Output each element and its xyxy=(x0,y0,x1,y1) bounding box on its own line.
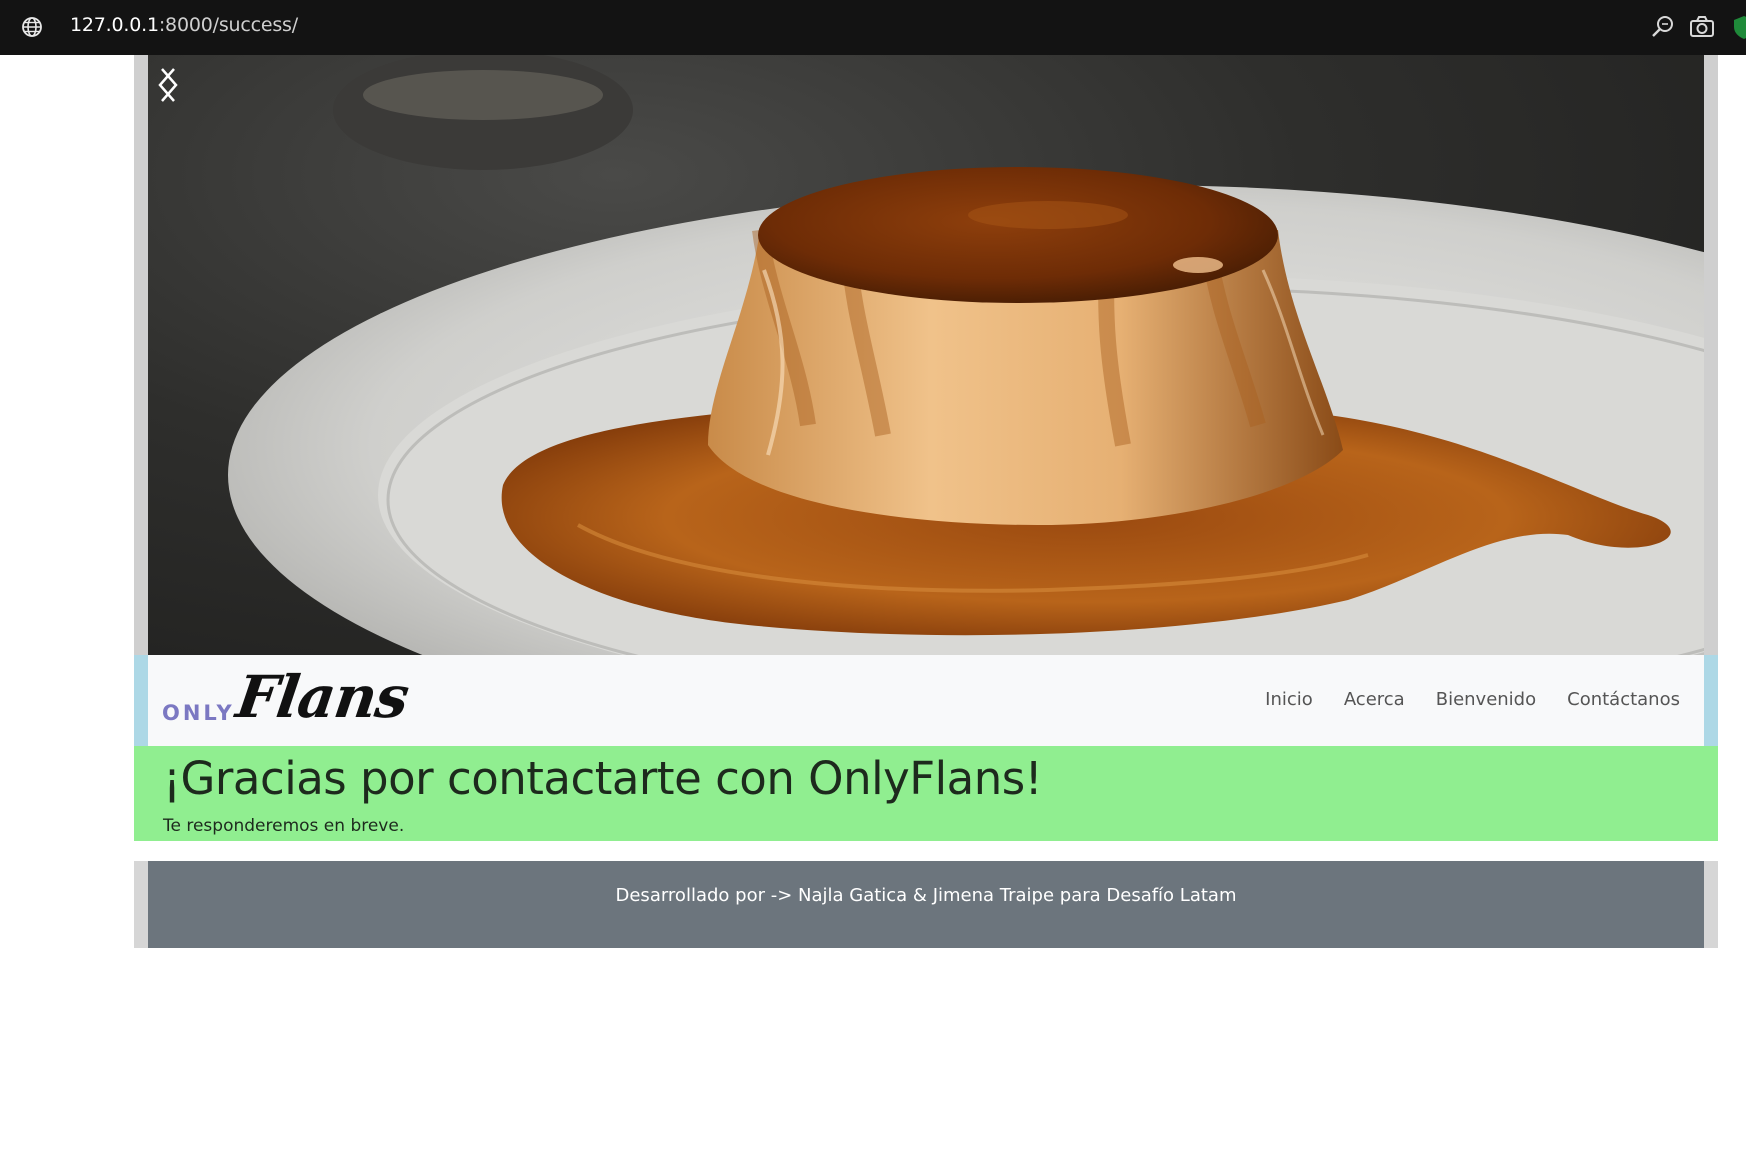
flan-image xyxy=(228,55,1704,655)
brand-flans-text: Flans xyxy=(231,663,413,731)
navbar: ONLY Flans Inicio Acerca Bienvenido Cont… xyxy=(148,655,1704,746)
url-path: :8000/success/ xyxy=(158,14,298,36)
nav-link-inicio[interactable]: Inicio xyxy=(1265,689,1313,710)
brand-only-text: ONLY xyxy=(162,701,235,725)
brand-logo[interactable]: ONLY Flans xyxy=(162,663,412,735)
success-title: ¡Gracias por contactarte con OnlyFlans! xyxy=(163,752,1043,805)
success-message: ¡Gracias por contactarte con OnlyFlans! … xyxy=(134,746,1718,841)
footer-band: Desarrollado por -> Najla Gatica & Jimen… xyxy=(134,861,1718,948)
chevron-right-icon[interactable] xyxy=(148,55,188,115)
success-subtitle: Te responderemos en breve. xyxy=(163,816,405,836)
url-host: 127.0.0.1 xyxy=(70,14,159,36)
globe-icon[interactable] xyxy=(20,15,44,39)
camera-icon[interactable] xyxy=(1688,13,1716,41)
address-bar[interactable]: 127.0.0.1:8000/success/ xyxy=(70,14,298,36)
zoom-icon[interactable] xyxy=(1649,13,1677,41)
page-container: ONLY Flans Inicio Acerca Bienvenido Cont… xyxy=(134,55,1718,948)
nav-link-bienvenido[interactable]: Bienvenido xyxy=(1436,689,1536,710)
hero-carousel xyxy=(148,55,1704,655)
nav-link-acerca[interactable]: Acerca xyxy=(1344,689,1405,710)
shield-icon[interactable] xyxy=(1730,13,1746,41)
footer: Desarrollado por -> Najla Gatica & Jimen… xyxy=(148,861,1704,948)
nav-links: Inicio Acerca Bienvenido Contáctanos xyxy=(1265,689,1680,710)
nav-link-contactanos[interactable]: Contáctanos xyxy=(1567,689,1680,710)
navbar-band: ONLY Flans Inicio Acerca Bienvenido Cont… xyxy=(134,655,1718,746)
browser-toolbar: 127.0.0.1:8000/success/ xyxy=(0,0,1746,55)
footer-credits: Desarrollado por -> Najla Gatica & Jimen… xyxy=(615,885,1237,906)
